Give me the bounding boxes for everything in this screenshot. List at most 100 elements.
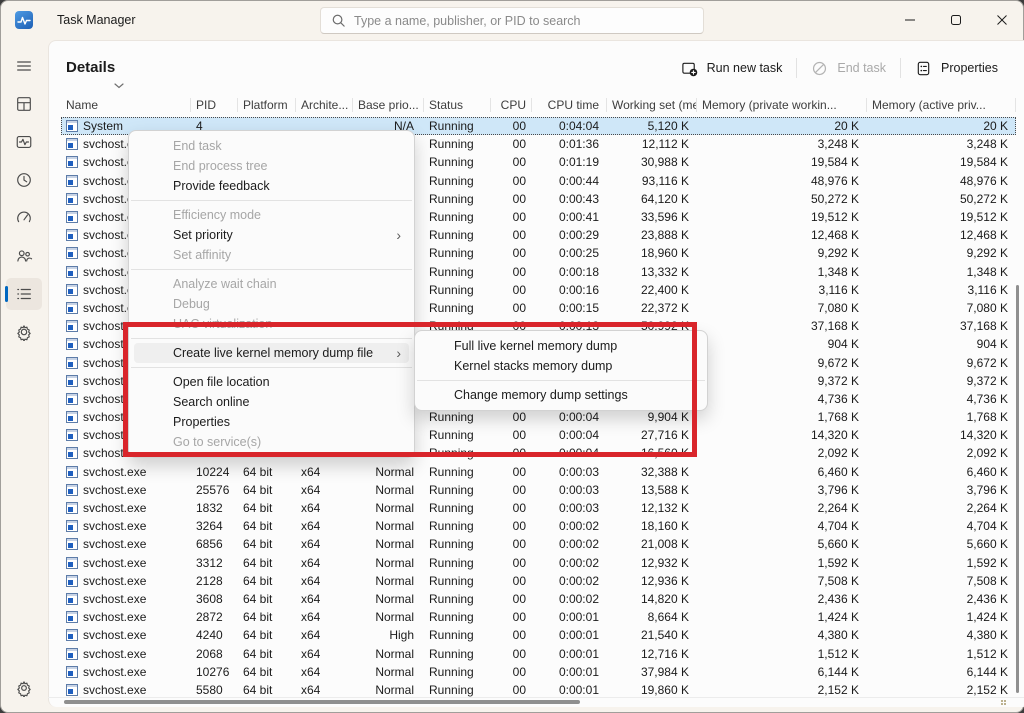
context-menu: End taskEnd process treeProvide feedback… (128, 130, 415, 458)
cell-status: Running (424, 210, 491, 224)
menu-item-label: UAC virtualization (173, 317, 272, 331)
cell-ws: 23,888 K (607, 228, 697, 242)
command-bar: Run new task End task Properties (667, 51, 1012, 85)
cell-ws: 18,960 K (607, 246, 697, 260)
column-header-pid[interactable]: PID (191, 93, 238, 117)
close-button[interactable] (979, 0, 1024, 40)
horizontal-scrollbar[interactable] (64, 700, 580, 704)
table-row[interactable]: svchost.exe685664 bitx64NormalRunning000… (61, 535, 1016, 553)
cell-ma: 14,320 K (867, 428, 1016, 442)
column-header-cpu[interactable]: CPU (491, 93, 532, 117)
cell-status: Running (424, 610, 491, 624)
cell-mp: 6,460 K (697, 465, 867, 479)
maximize-button[interactable] (933, 0, 978, 40)
process-icon (66, 302, 78, 314)
column-header-platform[interactable]: Platform (238, 93, 296, 117)
sidebar-item-performance[interactable] (6, 126, 42, 158)
properties-label: Properties (941, 61, 998, 75)
column-header-cputime[interactable]: CPU time (532, 93, 607, 117)
cell-mp: 3,248 K (697, 137, 867, 151)
cell-name: svchost.exe (61, 628, 191, 642)
column-header-arch[interactable]: Archite... (296, 93, 353, 117)
cell-name: svchost.exe (61, 519, 191, 533)
cell-ws: 30,988 K (607, 155, 697, 169)
column-header-ma[interactable]: Memory (active priv... (867, 93, 1016, 117)
table-row[interactable]: svchost.exe331264 bitx64NormalRunning000… (61, 554, 1016, 572)
cell-mp: 19,584 K (697, 155, 867, 169)
cell-cputime: 0:00:02 (532, 592, 607, 606)
submenu-item-full-live-kernel-memory-dump[interactable]: Full live kernel memory dump (420, 336, 702, 356)
menu-item-open-file-location[interactable]: Open file location (134, 372, 409, 392)
process-icon (66, 575, 78, 587)
table-row[interactable]: svchost.exe287264 bitx64NormalRunning000… (61, 608, 1016, 626)
cell-ws: 5,120 K (607, 119, 697, 133)
cell-ws: 22,372 K (607, 301, 697, 315)
menu-item-create-live-kernel-memory-dump-file[interactable]: Create live kernel memory dump file› (134, 343, 409, 363)
table-row[interactable]: svchost.exe183264 bitx64NormalRunning000… (61, 499, 1016, 517)
column-header-status[interactable]: Status (424, 93, 491, 117)
table-row[interactable]: svchost.exe1022464 bitx64NormalRunning00… (61, 463, 1016, 481)
submenu-item-change-memory-dump-settings[interactable]: Change memory dump settings (420, 385, 702, 405)
cell-arch: x64 (296, 519, 353, 533)
submenu-arrow-icon: › (396, 228, 401, 242)
table-row[interactable]: svchost.exe206864 bitx64NormalRunning000… (61, 644, 1016, 662)
table-row[interactable]: svchost.exe1027664 bitx64NormalRunning00… (61, 663, 1016, 681)
menu-item-efficiency-mode: Efficiency mode (134, 205, 409, 225)
cell-ma: 1,512 K (867, 647, 1016, 661)
table-row[interactable]: svchost.exe558064 bitx64NormalRunning000… (61, 681, 1016, 698)
sidebar-item-app-history[interactable] (6, 164, 42, 196)
cell-pid: 5580 (191, 683, 238, 697)
search-input[interactable] (354, 14, 703, 28)
cell-mp: 2,152 K (697, 683, 867, 697)
submenu-item-kernel-stacks-memory-dump[interactable]: Kernel stacks memory dump (420, 356, 702, 376)
cell-status: Running (424, 446, 491, 460)
table-row[interactable]: svchost.exe212864 bitx64NormalRunning000… (61, 572, 1016, 590)
column-header-baseprio[interactable]: Base prio... (353, 93, 424, 117)
cell-ma: 9,292 K (867, 246, 1016, 260)
column-header-name[interactable]: Name (61, 93, 191, 117)
cell-ws: 93,116 K (607, 174, 697, 188)
process-name: svchost.exe (83, 592, 146, 606)
table-row[interactable]: svchost.exe424064 bitx64HighRunning000:0… (61, 626, 1016, 644)
table-row[interactable]: svchost.exe360864 bitx64NormalRunning000… (61, 590, 1016, 608)
sidebar-item-users[interactable] (6, 240, 42, 272)
run-new-task-button[interactable]: Run new task (667, 52, 797, 84)
menu-item-provide-feedback[interactable]: Provide feedback (134, 176, 409, 196)
settings-button[interactable] (6, 672, 42, 704)
cell-arch: x64 (296, 628, 353, 642)
sidebar-item-processes[interactable] (6, 88, 42, 120)
menu-item-search-online[interactable]: Search online (134, 392, 409, 412)
menu-item-properties[interactable]: Properties (134, 412, 409, 432)
sidebar-item-startup-apps[interactable] (6, 202, 42, 234)
sidebar-item-services[interactable] (6, 316, 42, 348)
table-row[interactable]: svchost.exe326464 bitx64NormalRunning000… (61, 517, 1016, 535)
cell-arch: x64 (296, 574, 353, 588)
cell-mp: 48,976 K (697, 174, 867, 188)
cell-ws: 12,932 K (607, 556, 697, 570)
cell-ws: 33,596 K (607, 210, 697, 224)
sidebar-item-details[interactable] (6, 278, 42, 310)
process-icon (66, 684, 78, 696)
minimize-button[interactable] (887, 0, 932, 40)
cell-cputime: 0:00:43 (532, 192, 607, 206)
submenu-arrow-icon: › (396, 346, 401, 360)
cell-mp: 20 K (697, 119, 867, 133)
cell-cputime: 0:00:04 (532, 428, 607, 442)
search-box[interactable] (320, 7, 704, 34)
column-header-mp[interactable]: Memory (private workin... (697, 93, 867, 117)
cell-mp: 2,436 K (697, 592, 867, 606)
cell-cputime: 0:00:04 (532, 446, 607, 460)
resize-grip[interactable] (1001, 700, 1007, 706)
menu-item-set-priority[interactable]: Set priority› (134, 225, 409, 245)
table-row[interactable]: svchost.exe2557664 bitx64NormalRunning00… (61, 481, 1016, 499)
cell-cputime: 0:00:29 (532, 228, 607, 242)
column-header-ws[interactable]: Working set (memo... (607, 93, 697, 117)
properties-button[interactable]: Properties (901, 52, 1012, 84)
vertical-scrollbar[interactable] (1016, 285, 1019, 693)
menu-item-debug: Debug (134, 294, 409, 314)
sidebar-menu-button[interactable] (6, 50, 42, 82)
run-new-task-label: Run new task (707, 61, 783, 75)
users-icon (15, 247, 33, 265)
app-icon (15, 11, 33, 29)
cell-baseprio: Normal (353, 556, 424, 570)
